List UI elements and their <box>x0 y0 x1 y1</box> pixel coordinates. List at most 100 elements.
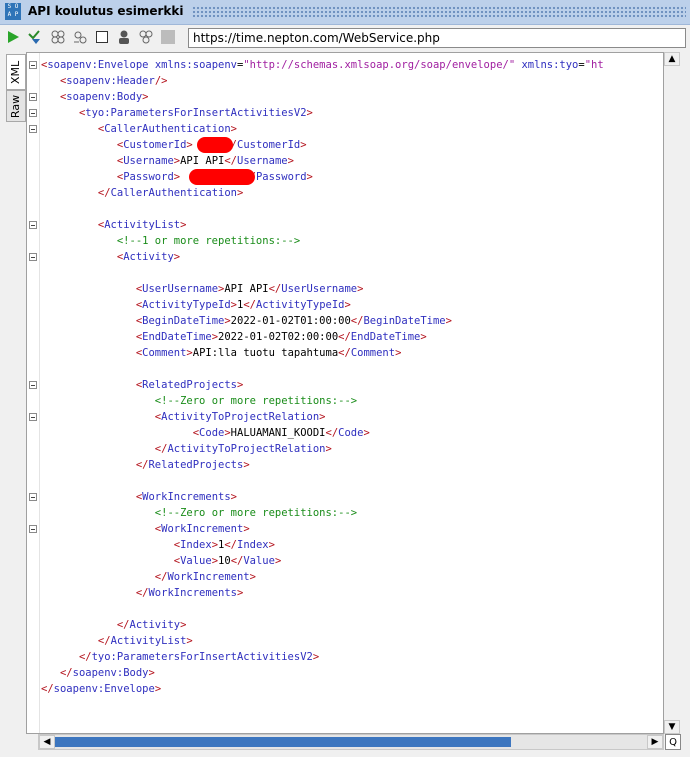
fold-toggle-icon[interactable] <box>29 61 37 69</box>
code-token: </ <box>224 539 238 551</box>
code-line[interactable]: <EndDateTime>2022-01-02T02:00:00</EndDat… <box>41 329 604 345</box>
code-line[interactable]: <UserUsername>API API</UserUsername> <box>41 281 604 297</box>
run-icon[interactable] <box>4 28 22 46</box>
endpoint-url-input[interactable]: https://time.nepton.com/WebService.php <box>188 28 686 48</box>
code-token: xmlns:tyo <box>521 59 579 71</box>
code-line[interactable]: </RelatedProjects> <box>41 457 604 473</box>
code-token: "http://schemas.xmlsoap.org/soap/envelop… <box>243 59 516 71</box>
code-token: </ <box>268 283 282 295</box>
code-line[interactable] <box>41 473 604 489</box>
code-token: Index <box>180 539 212 551</box>
code-line[interactable]: </CallerAuthentication> <box>41 185 604 201</box>
code-line[interactable]: <soapenv:Body> <box>41 89 604 105</box>
code-token: Comment <box>142 347 187 359</box>
code-token: > <box>142 91 149 103</box>
code-line[interactable]: <!--Zero or more repetitions:--> <box>41 505 604 521</box>
code-line[interactable]: <!--1 or more repetitions:--> <box>41 233 604 249</box>
code-line[interactable]: </soapenv:Envelope> <box>41 681 604 697</box>
code-line[interactable]: </soapenv:Body> <box>41 665 604 681</box>
add-icon[interactable] <box>71 28 89 46</box>
code-token: Code <box>199 427 225 439</box>
scroll-right-button[interactable]: ▶ <box>647 735 663 749</box>
scroll-down-button[interactable]: ▼ <box>664 720 680 734</box>
code-token: </ <box>78 651 92 663</box>
fold-toggle-icon[interactable] <box>29 125 37 133</box>
code-line[interactable]: </Activity> <box>41 617 604 633</box>
fold-toggle-icon[interactable] <box>29 493 37 501</box>
fold-toggle-icon[interactable] <box>29 221 37 229</box>
code-token: Value <box>243 555 275 567</box>
code-token: API:lla tuotu tapahtuma <box>192 347 339 359</box>
code-line[interactable]: <soapenv:Header/> <box>41 73 604 89</box>
code-line[interactable]: <Index>1</Index> <box>41 537 604 553</box>
code-token: API API <box>180 155 225 167</box>
code-token: CallerAuthentication <box>104 123 231 135</box>
tab-xml[interactable]: XML <box>6 54 26 90</box>
code-token: > <box>230 123 237 135</box>
vertical-scrollbar[interactable]: ▲ ▼ <box>664 52 680 734</box>
scroll-up-button[interactable]: ▲ <box>664 52 680 66</box>
fold-toggle-icon[interactable] <box>29 381 37 389</box>
code-line[interactable]: <CustomerId> </CustomerId> <box>41 137 604 153</box>
code-line[interactable]: <ActivityTypeId>1</ActivityTypeId> <box>41 297 604 313</box>
code-token: > <box>274 555 282 567</box>
attachment-icon[interactable] <box>137 28 155 46</box>
code-token: BeginDateTime <box>363 315 446 327</box>
code-line[interactable]: <!--Zero or more repetitions:--> <box>41 393 604 409</box>
tab-raw[interactable]: Raw <box>6 90 26 122</box>
options-icon[interactable] <box>159 28 177 46</box>
xml-code[interactable]: <soapenv:Envelope xmlns:soapenv="http://… <box>41 57 604 697</box>
code-token: soapenv:Envelope <box>53 683 155 695</box>
code-line[interactable]: </WorkIncrement> <box>41 569 604 585</box>
zoom-button[interactable]: Q <box>665 734 681 750</box>
title-bar-grip[interactable] <box>192 6 686 17</box>
fold-toggle-icon[interactable] <box>29 253 37 261</box>
code-token: Password <box>123 171 174 183</box>
code-line[interactable] <box>41 601 604 617</box>
code-token: EndDateTime <box>142 331 212 343</box>
fold-toggle-icon[interactable] <box>29 525 37 533</box>
code-line[interactable]: <WorkIncrement> <box>41 521 604 537</box>
code-line[interactable]: <ActivityList> <box>41 217 604 233</box>
code-token: API API <box>224 283 269 295</box>
code-line[interactable]: <ActivityToProjectRelation> <box>41 409 604 425</box>
code-line[interactable]: </ActivityList> <box>41 633 604 649</box>
code-line[interactable]: <WorkIncrements> <box>41 489 604 505</box>
xml-editor[interactable]: <soapenv:Envelope xmlns:soapenv="http://… <box>26 52 664 734</box>
user-icon[interactable] <box>115 28 133 46</box>
submit-icon[interactable] <box>26 28 44 46</box>
code-token: BeginDateTime <box>142 315 225 327</box>
code-line[interactable]: <soapenv:Envelope xmlns:soapenv="http://… <box>41 57 604 73</box>
code-line[interactable]: <Password> </Password> <box>41 169 604 185</box>
code-token: 10 <box>218 555 231 567</box>
horizontal-scroll-thumb[interactable] <box>55 737 511 747</box>
code-line[interactable]: </tyo:ParametersForInsertActivitiesV2> <box>41 649 604 665</box>
code-line[interactable]: <Comment>API:lla tuotu tapahtuma</Commen… <box>41 345 604 361</box>
code-line[interactable]: </WorkIncrements> <box>41 585 604 601</box>
code-line[interactable]: <Activity> <box>41 249 604 265</box>
stop-icon[interactable] <box>49 28 67 46</box>
code-line[interactable]: <Value>10</Value> <box>41 553 604 569</box>
code-token: UserUsername <box>142 283 219 295</box>
code-token: > <box>312 651 320 663</box>
fold-toggle-icon[interactable] <box>29 109 37 117</box>
code-line[interactable]: <tyo:ParametersForInsertActivitiesV2> <box>41 105 604 121</box>
code-line[interactable] <box>41 201 604 217</box>
scroll-left-button[interactable]: ◀ <box>39 735 55 749</box>
code-token: </ <box>230 555 244 567</box>
code-line[interactable]: <RelatedProjects> <box>41 377 604 393</box>
checkbox-icon[interactable] <box>93 28 111 46</box>
code-line[interactable]: <Username>API API</Username> <box>41 153 604 169</box>
code-line[interactable]: <CallerAuthentication> <box>41 121 604 137</box>
code-line[interactable] <box>41 265 604 281</box>
soap-logo-icon: S OA P <box>5 3 21 20</box>
horizontal-scrollbar[interactable]: ◀ ▶ <box>38 734 664 750</box>
fold-toggle-icon[interactable] <box>29 93 37 101</box>
code-line[interactable]: </ActivityToProjectRelation> <box>41 441 604 457</box>
code-line[interactable]: <BeginDateTime>2022-01-02T01:00:00</Begi… <box>41 313 604 329</box>
code-line[interactable]: <Code>HALUAMANI_KOODI</Code> <box>41 425 604 441</box>
code-line[interactable] <box>41 361 604 377</box>
code-token: </ <box>154 443 168 455</box>
fold-toggle-icon[interactable] <box>29 413 37 421</box>
code-token: > <box>148 667 155 679</box>
